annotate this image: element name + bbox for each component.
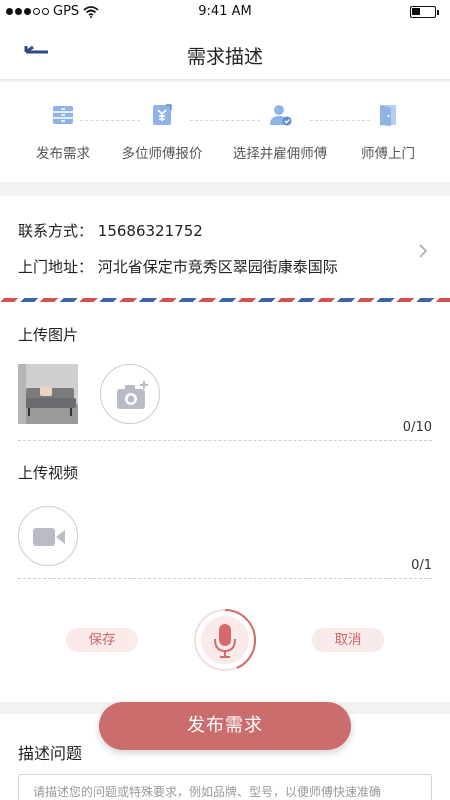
address-label: 上门地址： [18,258,94,276]
screen: GPS 9:41 AM 需求描述 发布需求 多位师傅报价 选择并雇佣师傅 师傅上… [0,0,450,800]
image-count: 0/10 [402,420,432,435]
camera-plus-icon [117,381,148,409]
video-count: 0/1 [411,558,432,573]
address-row: 上门地址： 河北省保定市竞秀区翠园街康泰国际 [18,256,338,277]
address-text: 河北省保定市竞秀区翠园街康泰国际 [97,258,338,276]
save-button[interactable]: 保存 [66,628,138,652]
description-title: 描述问题 [18,744,83,763]
sofa-photo [18,364,78,424]
microphone-icon [194,609,257,671]
divider [18,578,432,579]
description-input[interactable]: 请描述您的问题或特殊要求，例如品牌、型号，以便师傅快速准确 [18,774,432,800]
step-label: 选择并雇佣师傅 [232,146,328,162]
step-arrive: 师傅上门 [333,102,443,162]
step-hire: 选择并雇佣师傅 [225,102,335,162]
step-quote: 多位师傅报价 [107,102,217,162]
media-section: 上传图片 0/10 上传视频 0/1 保存 取消 [0,302,450,702]
uploaded-image-thumbnail[interactable] [18,364,78,424]
step-label: 多位师傅报价 [121,146,203,162]
chevron-right-icon[interactable] [418,244,428,258]
step-label: 师傅上门 [361,146,415,162]
battery-icon [410,6,439,18]
nav-bar: 需求描述 [0,24,450,80]
upload-image-title: 上传图片 [18,326,79,344]
upload-video-title: 上传视频 [18,464,79,482]
page-title: 需求描述 [186,46,263,68]
voice-record-button[interactable] [193,608,257,672]
publish-button[interactable]: 发布需求 [99,702,351,750]
status-bar: GPS 9:41 AM [0,0,450,24]
divider [18,440,432,441]
video-camera-icon [33,528,65,546]
door-icon [380,105,396,126]
add-video-button[interactable] [18,506,78,566]
contact-label: 联系方式： [18,222,94,240]
drawer-icon [53,106,73,124]
address-card[interactable]: 联系方式： 15686321752 上门地址： 河北省保定市竞秀区翠园街康泰国际 [0,196,450,302]
price-tag-icon [153,104,172,125]
step-publish: 发布需求 [8,102,118,162]
worker-check-icon [270,105,292,126]
contact-phone: 15686321752 [97,222,203,240]
contact-row: 联系方式： 15686321752 [18,220,203,241]
progress-steps: 发布需求 多位师傅报价 选择并雇佣师傅 师傅上门 [0,82,450,182]
step-label: 发布需求 [36,146,90,162]
status-time: 9:41 AM [198,4,252,19]
cancel-button[interactable]: 取消 [312,628,384,652]
add-photo-button[interactable] [100,364,160,424]
